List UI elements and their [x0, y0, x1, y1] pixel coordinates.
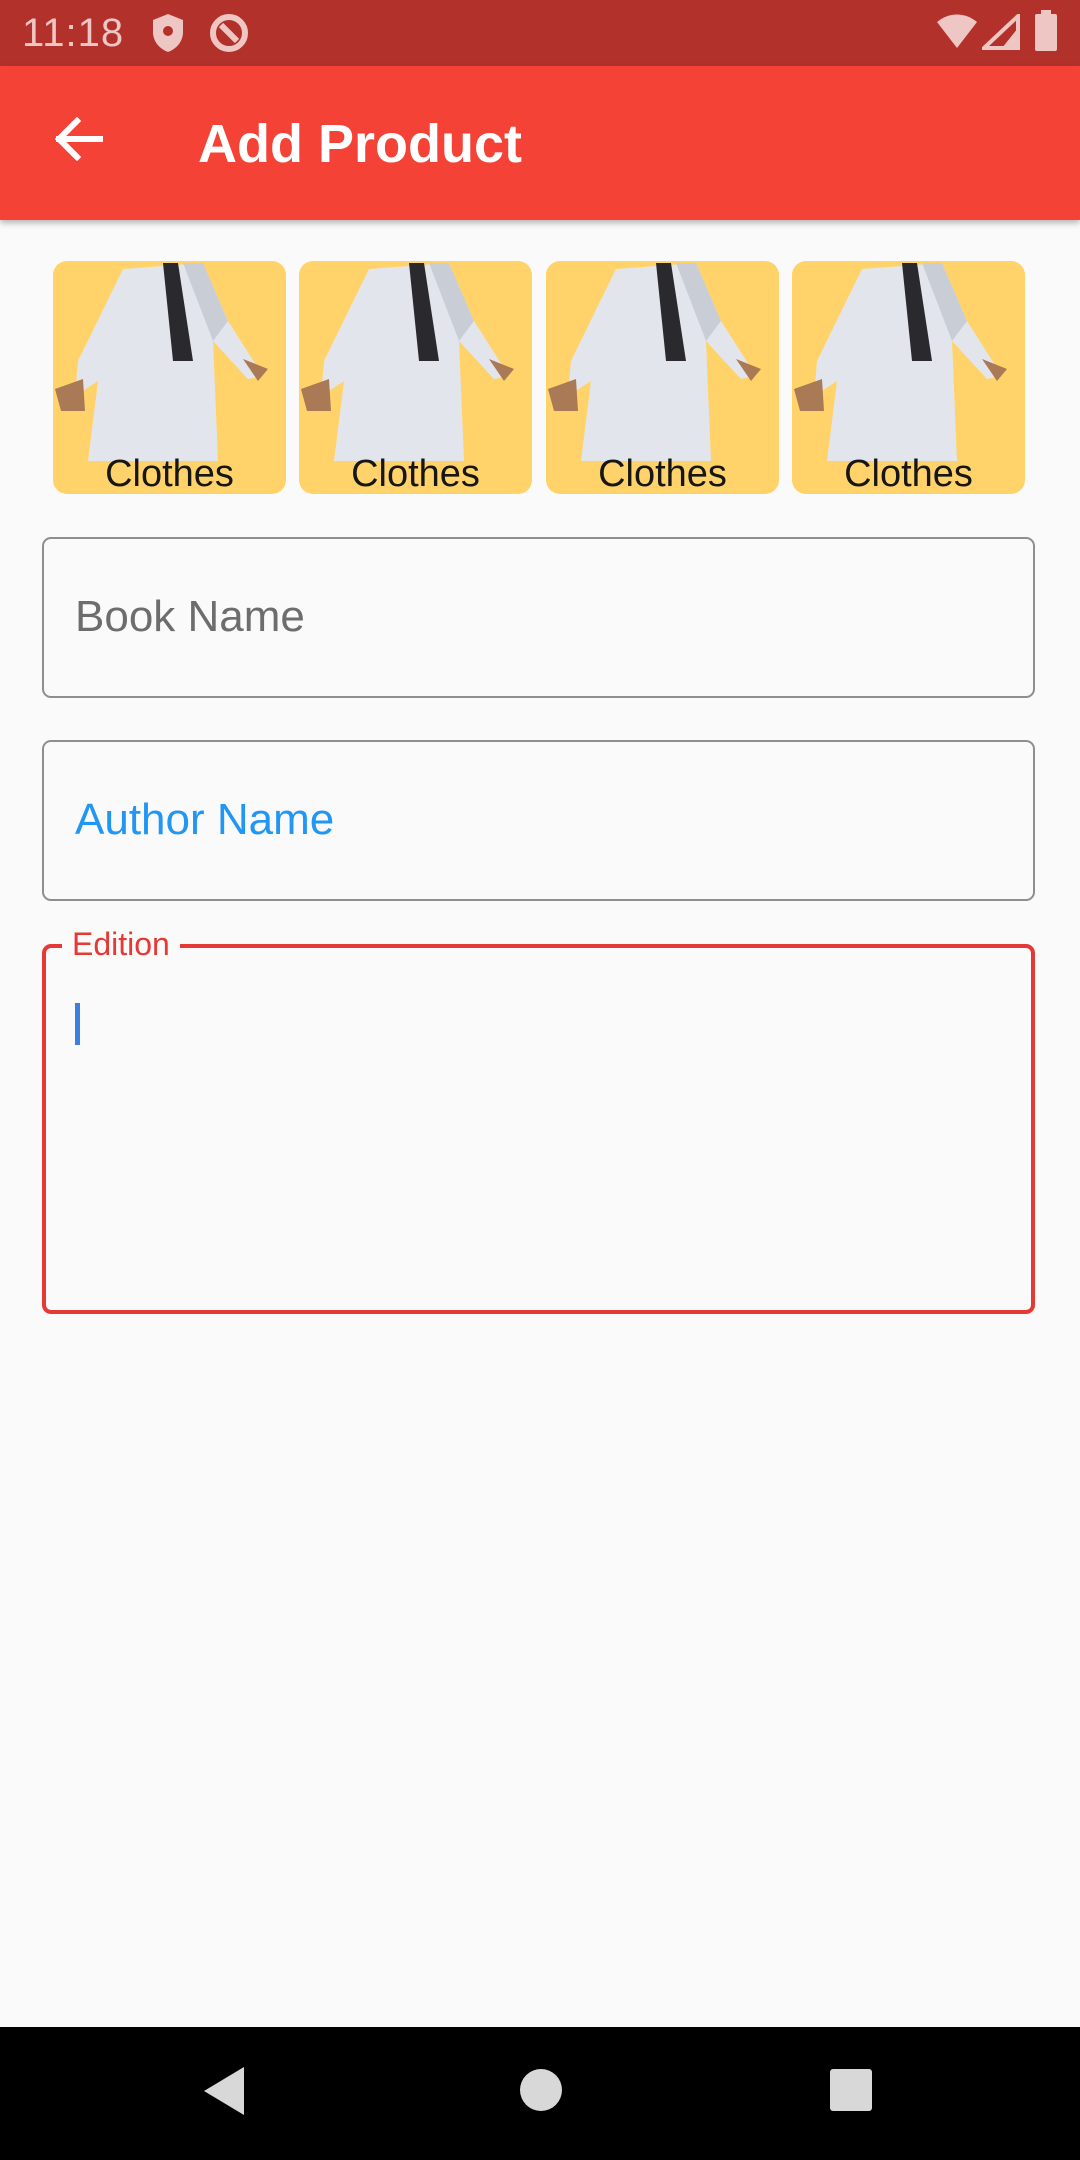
- author-name-field[interactable]: Author Name: [42, 740, 1035, 901]
- home-circle-icon[interactable]: [518, 2067, 564, 2118]
- book-name-field[interactable]: Book Name: [42, 537, 1035, 698]
- category-thumbnail[interactable]: Clothes: [792, 261, 1025, 494]
- shield-icon: [150, 12, 186, 59]
- category-label: Clothes: [351, 453, 480, 494]
- category-thumbnail[interactable]: Clothes: [546, 261, 779, 494]
- signal-icon: [978, 11, 1020, 55]
- battery-icon: [1034, 10, 1058, 57]
- category-label: Clothes: [844, 453, 973, 494]
- navigation-bar: [0, 2027, 1080, 2160]
- back-button[interactable]: [38, 101, 118, 181]
- recents-square-icon[interactable]: [829, 2068, 873, 2117]
- status-time: 11:18: [22, 11, 125, 55]
- arrow-left-icon: [53, 116, 104, 166]
- category-label: Clothes: [598, 453, 727, 494]
- author-name-placeholder: Author Name: [75, 795, 335, 844]
- app-bar: Add Product: [0, 66, 1080, 220]
- back-triangle-icon[interactable]: [200, 2063, 248, 2124]
- status-bar: 11:18: [0, 0, 1080, 66]
- edition-field[interactable]: Edition: [42, 926, 1035, 1314]
- book-name-placeholder: Book Name: [75, 592, 305, 641]
- edition-label: Edition: [62, 926, 180, 962]
- category-thumbnail[interactable]: Clothes: [53, 261, 286, 494]
- wifi-icon: [935, 14, 979, 55]
- text-cursor: [75, 1003, 80, 1045]
- category-thumbnail[interactable]: Clothes: [299, 261, 532, 494]
- at-sign-icon: [208, 12, 250, 59]
- page-title: Add Product: [198, 114, 522, 174]
- category-label: Clothes: [105, 453, 234, 494]
